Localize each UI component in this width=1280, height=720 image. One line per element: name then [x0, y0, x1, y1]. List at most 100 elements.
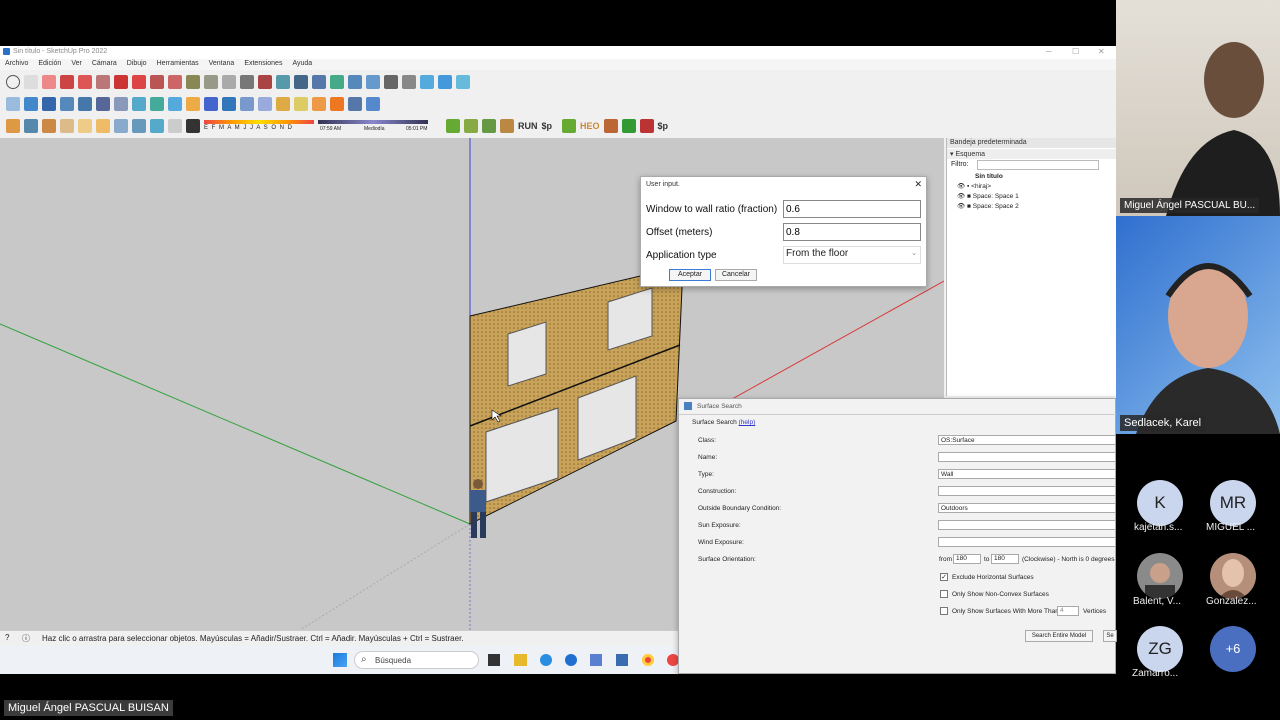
- offset-input[interactable]: [783, 223, 921, 241]
- search-icon[interactable]: [6, 75, 20, 89]
- user-icon[interactable]: [384, 75, 398, 89]
- open-icon[interactable]: [24, 97, 38, 111]
- shape-icon[interactable]: [78, 75, 92, 89]
- shadow-icon[interactable]: [186, 119, 200, 133]
- menu-extensiones[interactable]: Extensiones: [239, 59, 287, 70]
- menu-ver[interactable]: Ver: [66, 59, 87, 70]
- tape-icon[interactable]: [186, 75, 200, 89]
- view-iso-icon[interactable]: [420, 75, 434, 89]
- type-field[interactable]: Wall: [938, 469, 1116, 479]
- pencil-icon[interactable]: [60, 75, 74, 89]
- plugin-house-red-icon[interactable]: [639, 119, 654, 133]
- month-slider[interactable]: E F M A M J J A S O N D: [204, 119, 314, 133]
- save-icon[interactable]: [42, 97, 56, 111]
- menu-camara[interactable]: Cámara: [87, 59, 122, 70]
- cube-icon[interactable]: [366, 97, 380, 111]
- protractor-icon[interactable]: [204, 75, 218, 89]
- close-icon[interactable]: ✕: [1098, 47, 1105, 56]
- extension-icon[interactable]: [348, 75, 362, 89]
- sun-exposure-field[interactable]: [938, 520, 1116, 530]
- outliner-root[interactable]: Sin título: [947, 172, 1116, 182]
- view-top-icon[interactable]: [438, 75, 452, 89]
- components-icon[interactable]: [24, 119, 38, 133]
- sp2-button[interactable]: $p: [658, 121, 669, 131]
- orientation-to-input[interactable]: 180: [991, 554, 1019, 564]
- time-slider[interactable]: 07:59 AM Mediodía 05:01 PM: [318, 119, 428, 133]
- windows-start-icon[interactable]: [333, 653, 347, 667]
- heo-button[interactable]: HEO: [580, 121, 600, 131]
- wind-exposure-field[interactable]: [938, 537, 1116, 547]
- exclude-horizontal-checkbox[interactable]: ✓: [940, 573, 948, 581]
- calendar-icon[interactable]: [168, 119, 182, 133]
- plugin-home-icon[interactable]: [500, 119, 514, 133]
- wwr-input[interactable]: [783, 200, 921, 218]
- edge-icon[interactable]: [540, 654, 552, 666]
- warehouse-icon[interactable]: [330, 75, 344, 89]
- wireframe-icon[interactable]: [60, 119, 74, 133]
- menu-dibujo[interactable]: Dibujo: [122, 59, 152, 70]
- participant-avatar[interactable]: ZG: [1137, 626, 1183, 672]
- help-icon[interactable]: ?: [5, 633, 9, 642]
- search-surface-icon[interactable]: [276, 97, 290, 111]
- grid-icon[interactable]: [240, 97, 254, 111]
- rotate-icon[interactable]: [132, 75, 146, 89]
- export-icon[interactable]: [96, 97, 110, 111]
- taskbar-search[interactable]: ⌕ Búsqueda: [354, 651, 479, 669]
- min-vertices-checkbox[interactable]: [940, 607, 948, 615]
- search-entire-model-button[interactable]: Search Entire Model: [1025, 630, 1093, 642]
- text-icon[interactable]: [222, 75, 236, 89]
- outliner-item[interactable]: 👁 ▪ <hiraj>: [947, 182, 1116, 192]
- orientation-from-input[interactable]: 180: [953, 554, 981, 564]
- orbit-icon[interactable]: [258, 75, 272, 89]
- help-link[interactable]: (help): [739, 419, 756, 426]
- pushpull-icon[interactable]: [96, 75, 110, 89]
- save-as-icon[interactable]: [60, 97, 74, 111]
- axes-icon[interactable]: [402, 75, 416, 89]
- search-selection-button[interactable]: Se: [1103, 630, 1117, 642]
- filter-input[interactable]: [977, 160, 1099, 170]
- offset-icon[interactable]: [168, 75, 182, 89]
- menu-edicion[interactable]: Edición: [33, 59, 66, 70]
- section-icon[interactable]: [150, 119, 164, 133]
- app-icon[interactable]: [590, 654, 602, 666]
- zoom-extents-icon[interactable]: [312, 75, 326, 89]
- close-icon[interactable]: ✕: [914, 179, 922, 190]
- intersect-icon[interactable]: [204, 97, 218, 111]
- plugin-add-icon[interactable]: [446, 119, 460, 133]
- xray-icon[interactable]: [42, 119, 56, 133]
- menu-archivo[interactable]: Archivo: [0, 59, 33, 70]
- ok-button[interactable]: Aceptar: [669, 269, 711, 281]
- hidden-line-icon[interactable]: [78, 119, 92, 133]
- participant-video-2[interactable]: Sedlacek, Karel: [1116, 216, 1280, 434]
- non-convex-checkbox[interactable]: [940, 590, 948, 598]
- participant-avatar-photo[interactable]: [1210, 553, 1256, 599]
- info-icon[interactable]: [258, 97, 272, 111]
- participant-avatar[interactable]: MR: [1210, 480, 1256, 526]
- subsurface-icon[interactable]: [150, 97, 164, 111]
- render-icon[interactable]: [348, 97, 362, 111]
- move-icon[interactable]: [114, 75, 128, 89]
- participant-avatar-photo[interactable]: [1137, 553, 1183, 599]
- match-icon[interactable]: [222, 97, 236, 111]
- maximize-icon[interactable]: ☐: [1072, 47, 1079, 56]
- menu-ayuda[interactable]: Ayuda: [287, 59, 317, 70]
- class-field[interactable]: OS:Surface: [938, 435, 1116, 445]
- participant-avatar[interactable]: K: [1137, 480, 1183, 526]
- monochrome-icon[interactable]: [132, 119, 146, 133]
- application-type-select[interactable]: From the floor ⌄: [783, 246, 921, 264]
- plugin-move-icon[interactable]: [464, 119, 478, 133]
- zoom-icon[interactable]: [294, 75, 308, 89]
- sp-button[interactable]: $p: [542, 121, 553, 131]
- sketchup-task-icon[interactable]: [616, 654, 628, 666]
- info-icon[interactable]: ⓘ: [22, 633, 30, 644]
- warning-icon[interactable]: [330, 97, 344, 111]
- box-icon[interactable]: [6, 119, 20, 133]
- chrome-icon[interactable]: [642, 654, 654, 666]
- surface-icon[interactable]: [132, 97, 146, 111]
- task-view-icon[interactable]: [488, 654, 500, 666]
- eraser-icon[interactable]: [42, 75, 56, 89]
- min-vertices-input[interactable]: 4: [1057, 606, 1079, 616]
- app-icon[interactable]: [565, 654, 577, 666]
- shading-icon[interactable]: [168, 97, 182, 111]
- menu-herramientas[interactable]: Herramientas: [152, 59, 204, 70]
